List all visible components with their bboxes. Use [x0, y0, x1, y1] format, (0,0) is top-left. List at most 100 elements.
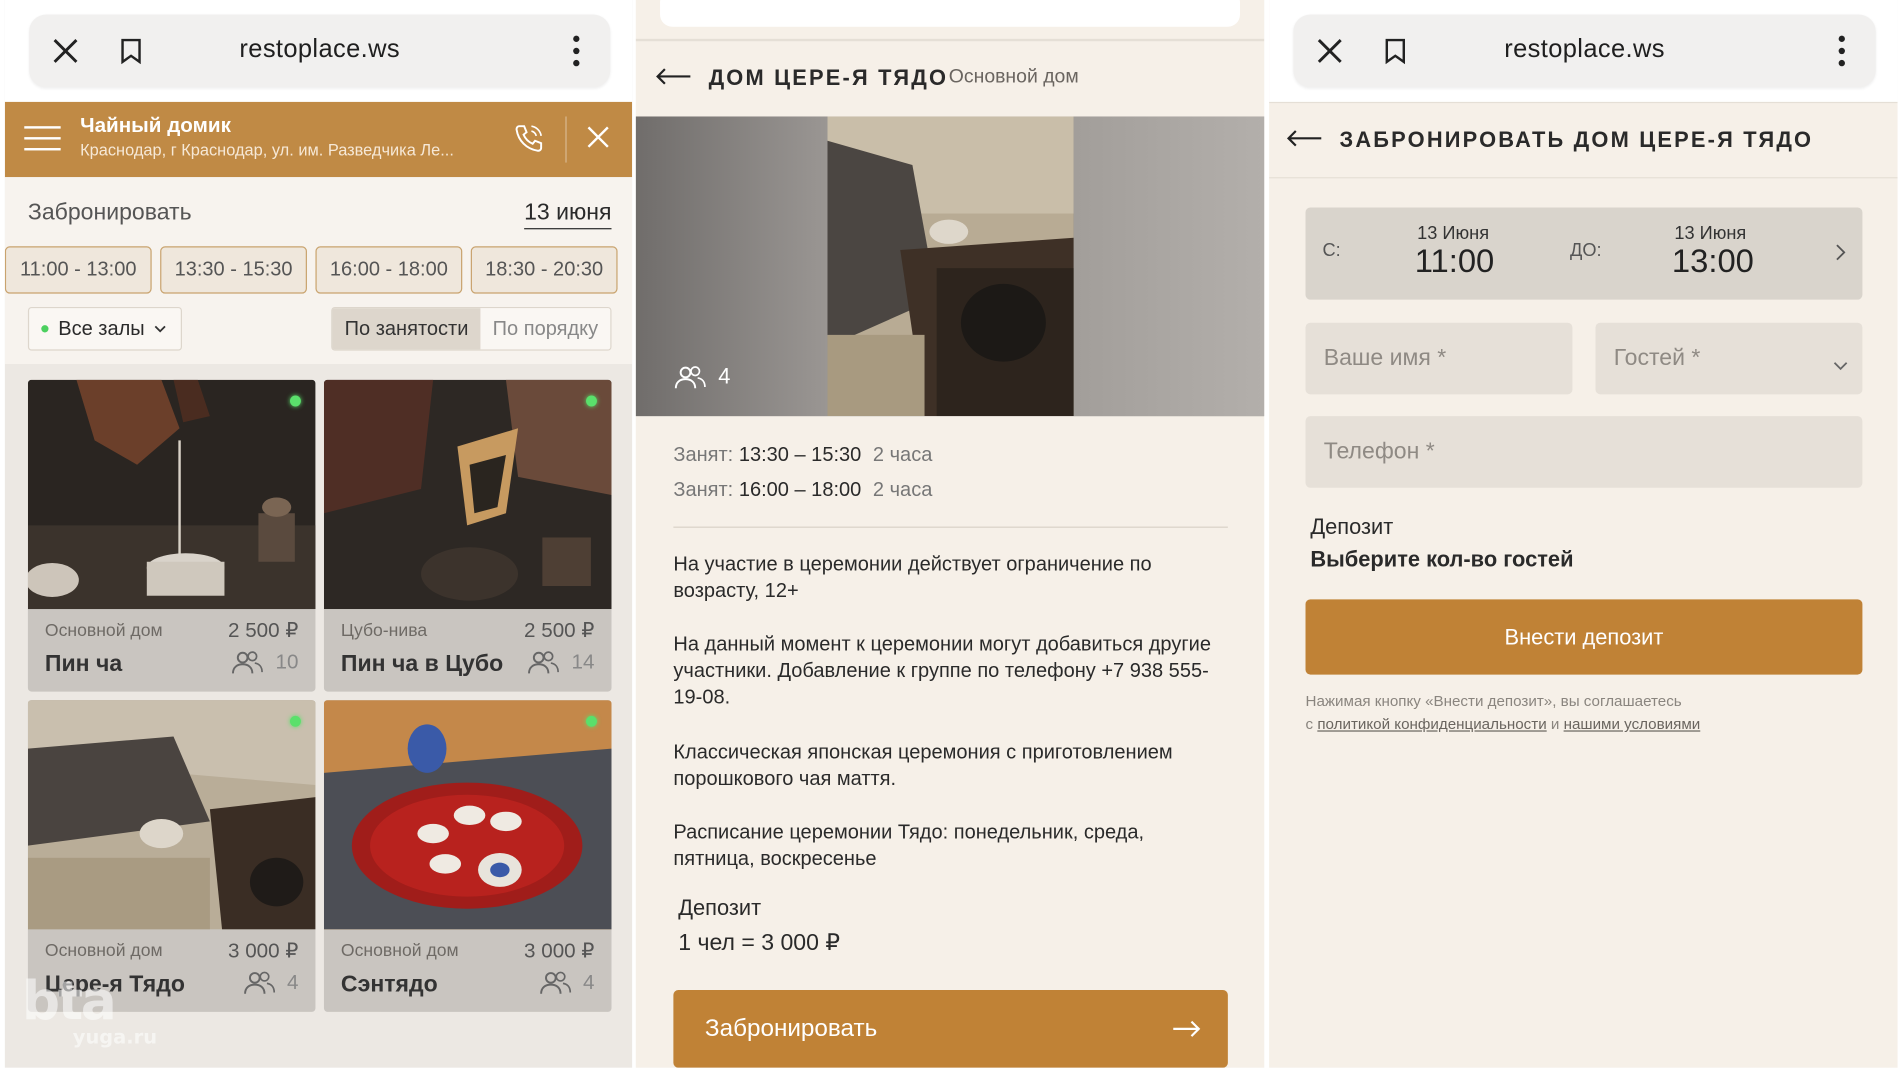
deposit-prefix: 1 чел = [678, 930, 762, 957]
gallery-next-image [1073, 116, 1265, 417]
address-bar[interactable]: restoplace.ws [1293, 14, 1876, 88]
deposit-hint: Выберите кол-во гостей [1310, 547, 1574, 572]
from-time: 11:00 [1414, 242, 1495, 280]
restaurant-name: Чайный домик [80, 114, 231, 138]
gallery-prev-image [635, 116, 828, 417]
guest-count: 4 [674, 364, 730, 389]
url-text: restoplace.ws [239, 35, 400, 64]
sort-by-order[interactable]: По порядку [480, 308, 611, 350]
room-hall: Основной дом [340, 941, 459, 961]
status-indicator [586, 715, 597, 727]
more-menu-icon[interactable] [1825, 34, 1859, 68]
capacity-value: 4 [286, 970, 299, 994]
close-icon[interactable] [585, 124, 612, 157]
room-capacity: 14 [528, 650, 595, 674]
watermark-text: bta [21, 970, 117, 1033]
time-range-selector[interactable]: С: 13 Июня 11:00 ДО: 13 Июня 13:00 [1305, 207, 1863, 300]
room-photo [323, 700, 612, 930]
sort-toggle: По занятости По порядку [331, 306, 612, 351]
busy-slot: Занят: 13:30 – 15:30 2 часа [673, 444, 932, 467]
room-hall: Основной дом [44, 941, 163, 961]
terms-text: Нажимая кнопку «Внести депозит», вы согл… [1306, 690, 1876, 736]
time-slot[interactable]: 11:00 - 13:00 [4, 246, 152, 294]
busy-duration: 2 часа [872, 479, 933, 502]
description-paragraph: Классическая японская церемония с пригот… [673, 741, 1173, 790]
room-card[interactable]: Основной дом 2 500 ₽ Пин ча 10 [27, 379, 316, 692]
capacity-value: 14 [571, 650, 595, 674]
room-card[interactable]: Основной дом 3 000 ₽ Сэнтядо 4 [323, 700, 612, 1012]
hall-filter-dropdown[interactable]: Все залы [27, 306, 182, 351]
date-picker[interactable]: 13 июня [524, 200, 612, 230]
capacity-value: 10 [275, 650, 299, 674]
sort-by-occupancy[interactable]: По занятости [332, 308, 481, 350]
phone-field[interactable]: Телефон * [1305, 416, 1863, 488]
chevron-down-icon [1833, 352, 1848, 379]
back-arrow-icon[interactable] [1286, 130, 1322, 153]
time-slot[interactable]: 13:30 - 15:30 [160, 246, 307, 294]
deposit-label: Депозит [1310, 514, 1394, 539]
url-text: restoplace.ws [1504, 35, 1665, 64]
status-dot [41, 325, 49, 333]
room-photo [27, 379, 316, 610]
room-card[interactable]: Цубо-нива 2 500 ₽ Пин ча в Цубо 14 [323, 379, 612, 692]
header-separator [565, 116, 567, 163]
time-slot[interactable]: 16:00 - 18:00 [315, 246, 463, 294]
busy-slot: Занят: 16:00 – 18:00 2 часа [673, 479, 932, 502]
book-button[interactable]: Забронировать [673, 990, 1228, 1068]
terms-links: с политикой конфиденциальности и нашими … [1306, 713, 1876, 736]
room-photo [827, 116, 1074, 417]
divider [1269, 177, 1898, 179]
deposit-amount: 3 000 ₽ [761, 930, 841, 957]
guests-icon [674, 365, 706, 388]
address-bar[interactable]: restoplace.ws [29, 14, 611, 88]
room-photo [323, 379, 612, 610]
room-price: 3 000 ₽ [227, 939, 299, 963]
browser-toolbar: restoplace.ws [4, 0, 633, 102]
to-time: 13:00 [1671, 242, 1754, 280]
detail-header: ДОМ ЦЕРЕ-Я ТЯДО Основной дом [636, 41, 1264, 116]
busy-duration: 2 часа [872, 444, 933, 466]
status-indicator [586, 395, 597, 407]
status-indicator [289, 395, 301, 407]
phone-icon[interactable] [512, 121, 546, 161]
room-photo [27, 700, 316, 930]
room-price: 2 500 ₽ [227, 618, 299, 642]
name-field[interactable]: Ваше имя * [1305, 322, 1573, 395]
room-gallery[interactable]: 4 [635, 116, 1265, 417]
back-arrow-icon[interactable] [655, 68, 691, 91]
room-title: ДОМ ЦЕРЕ-Я ТЯДО [708, 65, 949, 90]
to-date: 13 Июня [1674, 223, 1747, 244]
more-menu-icon[interactable] [559, 34, 593, 68]
room-name: Пин ча [44, 651, 123, 678]
status-indicator [289, 715, 301, 727]
room-price: 3 000 ₽ [524, 939, 595, 963]
deposit-value: 1 чел = 3 000 ₽ [678, 929, 840, 957]
room-hall: Основной дом [44, 621, 163, 641]
booking-label: Забронировать [27, 200, 192, 226]
time-slot[interactable]: 18:30 - 20:30 [470, 246, 618, 294]
hall-filter-label: Все залы [58, 317, 145, 340]
restaurant-header: Чайный домик Краснодар, г Краснодар, ул.… [4, 101, 633, 178]
screenshot-collage: restoplace.ws Чайный домик Краснодар, г … [0, 0, 1900, 1068]
terms-and: и [1546, 715, 1564, 733]
divider [673, 526, 1228, 528]
terms-link[interactable]: нашими условиями [1564, 716, 1701, 733]
browser-toolbar-partial [660, 0, 1240, 27]
booking-controls: Забронировать 13 июня 11:00 - 13:00 13:3… [4, 177, 633, 364]
menu-icon[interactable] [24, 126, 61, 153]
capacity-value: 4 [583, 970, 595, 994]
guests-icon [243, 971, 275, 994]
room-capacity: 4 [243, 971, 298, 995]
room-hall: Основной дом [948, 66, 1079, 88]
room-capacity: 4 [539, 970, 595, 995]
privacy-policy-link[interactable]: политикой конфиденциальности [1317, 716, 1546, 733]
deposit-button[interactable]: Внести депозит [1305, 599, 1863, 675]
description-paragraph: На участие в церемонии действует огранич… [673, 553, 1152, 602]
browser-toolbar: restoplace.ws [1269, 0, 1898, 102]
book-button-label: Забронировать [704, 1014, 878, 1042]
busy-time: 16:00 – 18:00 [738, 479, 862, 502]
guests-select[interactable]: Гостей * [1595, 322, 1863, 395]
room-name: Сэнтядо [340, 971, 438, 998]
room-card[interactable]: Основной дом 3 000 ₽ Цере-я Тядо 4 [27, 700, 316, 1012]
room-detail-screen: ДОМ ЦЕРЕ-Я ТЯДО Основной дом 4 Занят: 13… [635, 0, 1265, 1068]
